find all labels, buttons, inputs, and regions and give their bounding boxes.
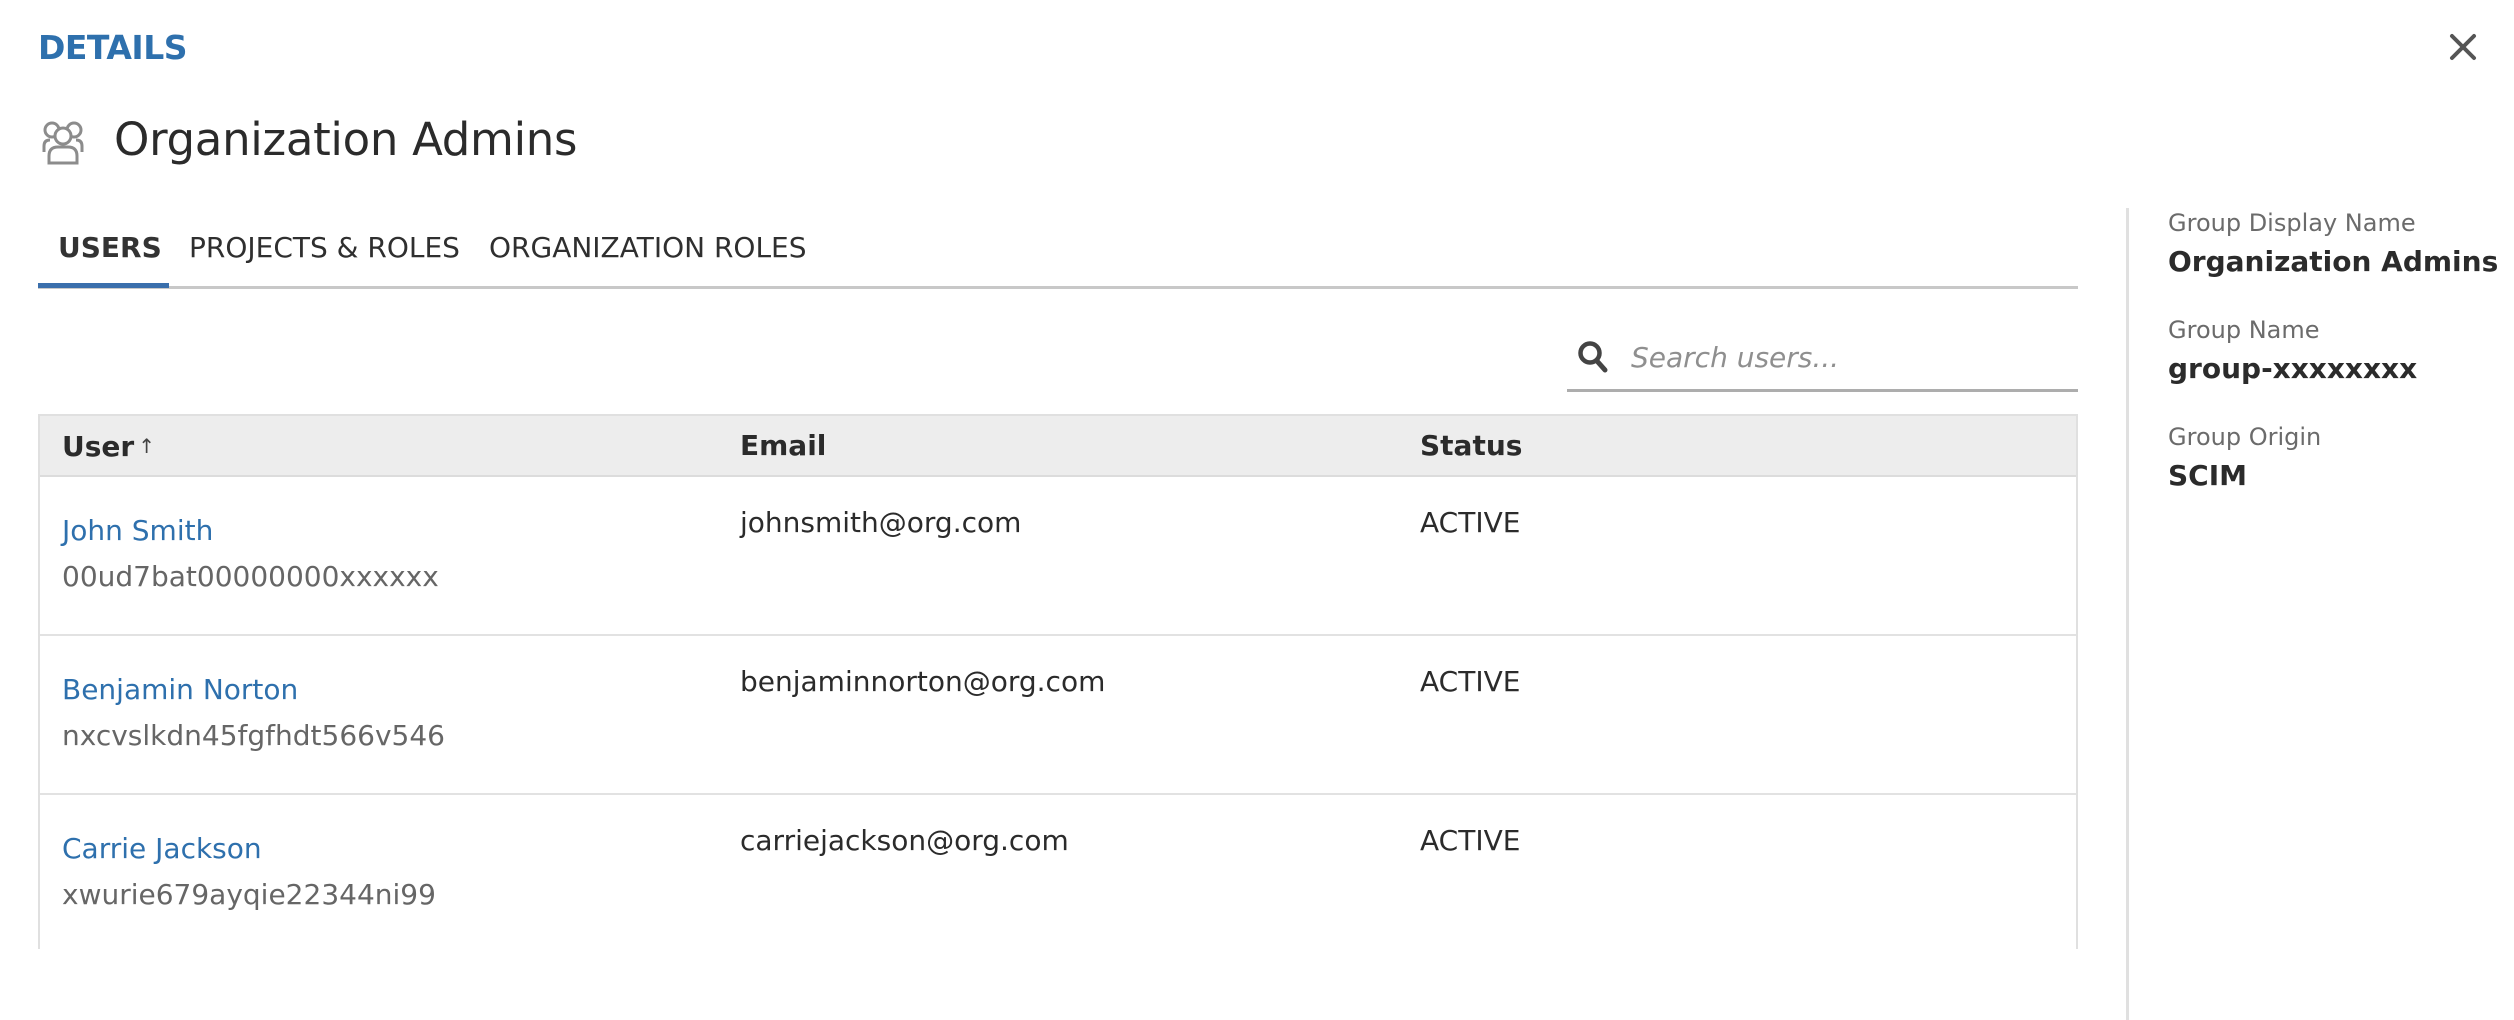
table-header: User ↑ Email Status: [40, 416, 2076, 477]
tab-organization-roles[interactable]: ORGANIZATION ROLES: [489, 226, 807, 270]
column-header-user-label: User: [62, 430, 135, 463]
tabs-divider: [38, 286, 2078, 289]
close-icon: [2450, 34, 2476, 60]
user-id: 00ud7bat00000000xxxxxx: [62, 560, 439, 593]
active-tab-indicator: [38, 283, 169, 288]
tab-users[interactable]: USERS: [58, 226, 162, 270]
sort-ascending-icon: ↑: [138, 434, 155, 458]
group-display-name-value: Organization Admins: [2168, 245, 2499, 278]
tab-projects-and-roles[interactable]: PROJECTS & ROLES: [189, 226, 460, 270]
users-table: User ↑ Email Status John Smith 00ud7bat00…: [38, 414, 2078, 952]
column-header-email: Email: [740, 429, 827, 462]
user-status: ACTIVE: [1420, 506, 1521, 539]
user-id: nxcvslkdn45fgfhdt566v546: [62, 719, 445, 752]
table-row: John Smith 00ud7bat00000000xxxxxx johnsm…: [40, 477, 2076, 636]
user-email: benjaminnorton@org.com: [740, 665, 1106, 698]
page-title: Organization Admins: [114, 113, 578, 166]
user-id: xwurie679ayqie22344ni99: [62, 878, 436, 911]
table-row: Carrie Jackson xwurie679ayqie22344ni99 c…: [40, 795, 2076, 952]
group-name-label: Group Name: [2168, 316, 2320, 344]
search-users-field: [1567, 328, 2078, 392]
user-name-link[interactable]: Benjamin Norton: [62, 672, 298, 708]
user-email: carriejackson@org.com: [740, 824, 1069, 857]
user-name-link[interactable]: Carrie Jackson: [62, 831, 262, 867]
group-name-value: group-xxxxxxxx: [2168, 352, 2418, 385]
user-name-link[interactable]: John Smith: [62, 513, 213, 549]
search-input[interactable]: [1631, 334, 2071, 380]
search-icon[interactable]: [1577, 340, 1609, 374]
user-status: ACTIVE: [1420, 824, 1521, 857]
close-button[interactable]: [2444, 28, 2482, 66]
user-status: ACTIVE: [1420, 665, 1521, 698]
table-row: Benjamin Norton nxcvslkdn45fgfhdt566v546…: [40, 636, 2076, 795]
details-heading: DETAILS: [38, 28, 188, 67]
group-display-name-label: Group Display Name: [2168, 209, 2416, 237]
user-email: johnsmith@org.com: [740, 506, 1022, 539]
users-group-icon: [38, 118, 88, 166]
column-header-user[interactable]: User ↑: [62, 428, 155, 465]
side-panel-divider: [2126, 208, 2129, 1020]
group-origin-label: Group Origin: [2168, 423, 2322, 451]
column-header-status: Status: [1420, 429, 1523, 462]
group-origin-value: SCIM: [2168, 459, 2247, 492]
